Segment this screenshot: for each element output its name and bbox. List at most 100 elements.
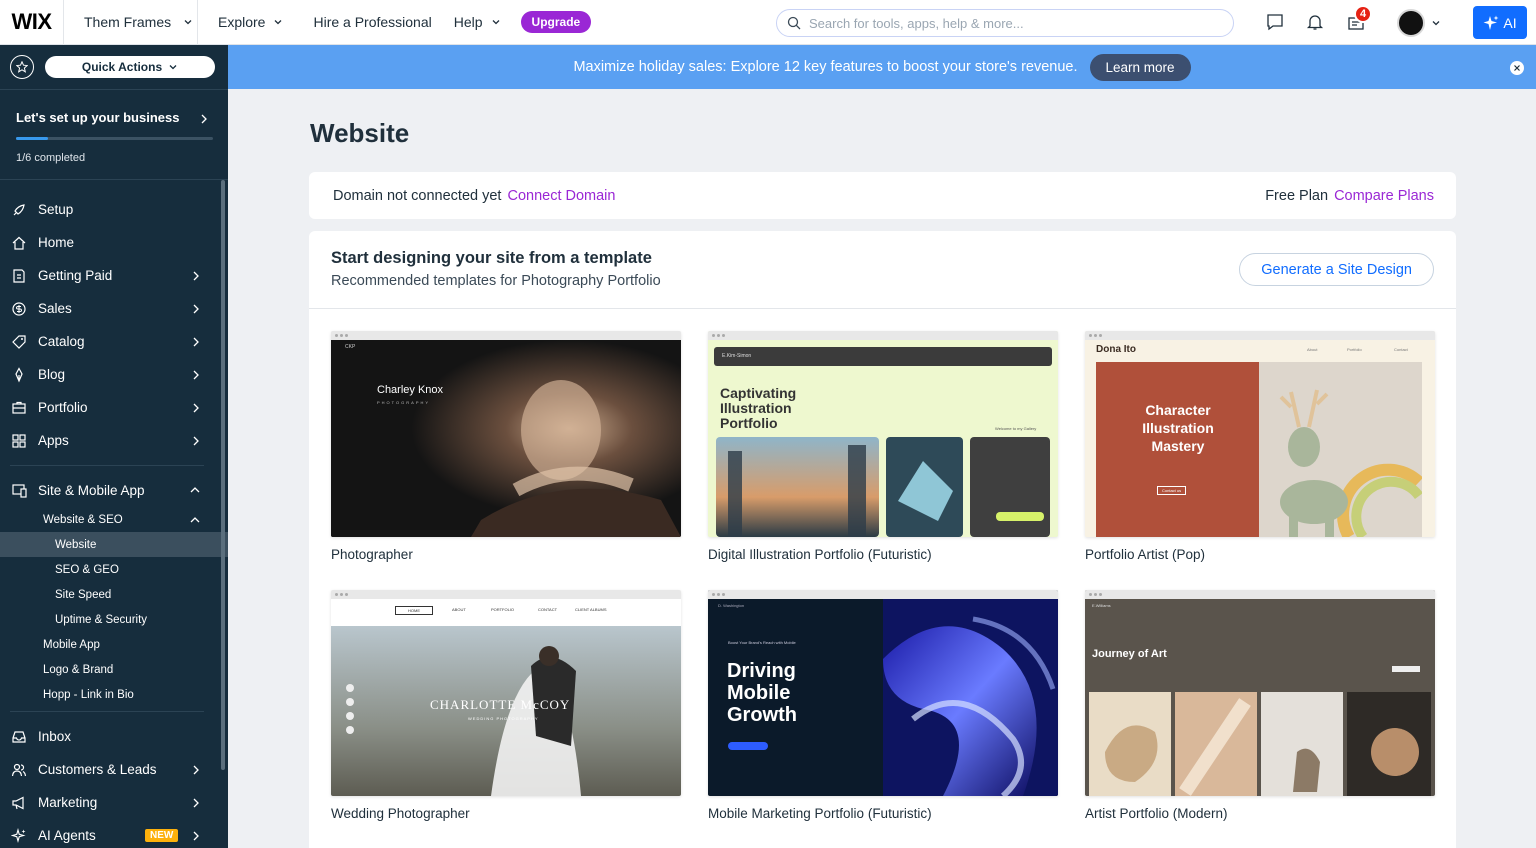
sparkle-icon (1483, 15, 1499, 30)
chevron-down-icon (492, 20, 500, 25)
template-name[interactable]: Mobile Marketing Portfolio (Futuristic) (708, 806, 932, 821)
sidebar-item-label: Apps (38, 433, 69, 448)
template-thumbnail-digital-illustration[interactable]: E.Kim-Simon Captivating Illustration Por… (708, 331, 1058, 537)
sidebar-item-label: Getting Paid (38, 268, 113, 283)
sidebar-item-getting-paid[interactable]: Getting Paid (0, 259, 228, 292)
wix-logo[interactable]: WIX (0, 0, 64, 45)
sidebar: Quick Actions Let's set up your business… (0, 45, 228, 848)
chevron-down-icon (184, 20, 192, 25)
inbox-icon (11, 729, 27, 745)
sidebar-item-blog[interactable]: Blog (0, 358, 228, 391)
apps-icon (11, 433, 27, 449)
template-name[interactable]: Artist Portfolio (Modern) (1085, 806, 1228, 821)
photographer-image (331, 340, 681, 537)
sidebar-item-site-mobile-app[interactable]: Site & Mobile App (0, 474, 228, 507)
compare-plans-link[interactable]: Compare Plans (1334, 188, 1434, 204)
sidebar-subitem-uptime-security[interactable]: Uptime & Security (0, 607, 228, 632)
ai-assistant-button[interactable]: AI (1473, 6, 1527, 39)
sidebar-subitem-logo-brand[interactable]: Logo & Brand (0, 657, 228, 682)
avatar[interactable] (1397, 9, 1425, 37)
upgrade-button[interactable]: Upgrade (520, 11, 592, 33)
sidebar-item-label: Portfolio (38, 400, 88, 415)
template-brand: CKP (345, 344, 356, 350)
sidebar-item-setup[interactable]: Setup (0, 193, 228, 226)
sidebar-subitem-seo-geo[interactable]: SEO & GEO (0, 557, 228, 582)
chat-icon[interactable] (1265, 12, 1285, 32)
sidebar-item-label: Site & Mobile App (38, 483, 145, 498)
sidebar-subitem-label: Uptime & Security (55, 613, 148, 626)
search-input[interactable] (809, 15, 1209, 31)
template-name[interactable]: Digital Illustration Portfolio (Futurist… (708, 547, 932, 562)
sidebar-subitem-mobile-app[interactable]: Mobile App (0, 632, 228, 657)
sidebar-bottom-list: Inbox Customers & Leads Marketing AI Agents… (0, 720, 228, 848)
site-switcher[interactable]: Them Frames (64, 0, 198, 45)
favorites-star-icon[interactable] (10, 55, 34, 79)
sidebar-divider (10, 465, 204, 466)
chevron-right-icon (193, 403, 199, 413)
sidebar-subitem-website[interactable]: Website (0, 532, 228, 557)
promo-banner: Maximize holiday sales: Explore 12 key f… (228, 45, 1536, 89)
template-thumbnail-wedding[interactable]: HOME ABOUT PORTFOLIO CONTACT CLIENT ALBU… (331, 590, 681, 796)
template-heading: CHARLOTTE McCOY (430, 697, 571, 712)
nav-help[interactable]: Help (446, 14, 509, 30)
sidebar-item-apps[interactable]: Apps (0, 424, 228, 457)
quick-actions-button[interactable]: Quick Actions (45, 56, 215, 78)
sidebar-item-customers-leads[interactable]: Customers & Leads (0, 753, 228, 786)
sidebar-subitem-website-seo[interactable]: Website & SEO (0, 507, 228, 532)
template-brand: E.Williams (1092, 603, 1111, 608)
sidebar-item-ai-agents[interactable]: AI Agents NEW (0, 819, 228, 848)
template-thumbnail-mobile-marketing[interactable]: D. Washington Boost Your Brand's Reach w… (708, 590, 1058, 796)
template-tagline: WEDDING PHOTOGRAPHY (468, 716, 539, 721)
setup-progress-bar (16, 137, 213, 140)
sidebar-main-list: Setup Home Getting Paid Sales Catalog Blog Por… (0, 180, 228, 457)
sidebar-item-marketing[interactable]: Marketing (0, 786, 228, 819)
chevron-right-icon (193, 271, 199, 281)
sidebar-item-label: Inbox (38, 729, 72, 744)
sidebar-item-catalog[interactable]: Catalog (0, 325, 228, 358)
chevron-right-icon (193, 798, 199, 808)
sidebar-subitem-label: Mobile App (43, 638, 100, 651)
abstract-3d-image (883, 599, 1058, 796)
learn-more-button[interactable]: Learn more (1089, 53, 1191, 81)
template-name[interactable]: Wedding Photographer (331, 806, 470, 821)
setup-title: Let's set up your business (16, 110, 180, 125)
close-icon[interactable] (1510, 61, 1524, 75)
sidebar-item-label: Home (38, 235, 75, 250)
template-thumbnail-photographer[interactable]: CKP Charley Knox PHOTOGRAPHY (331, 331, 681, 537)
bell-icon[interactable] (1305, 12, 1325, 32)
chevron-right-icon (193, 337, 199, 347)
template-name[interactable]: Photographer (331, 547, 413, 562)
generate-site-design-button[interactable]: Generate a Site Design (1239, 253, 1434, 286)
search-icon (787, 16, 801, 30)
sidebar-item-label: Sales (38, 301, 72, 316)
template-thumbnail-artist-modern[interactable]: E.Williams Journey of Art (1085, 590, 1435, 796)
nav-hire-professional[interactable]: Hire a Professional (305, 14, 439, 30)
sidebar-subitem-hopp-link-in-bio[interactable]: Hopp - Link in Bio (0, 682, 228, 707)
nav-explore-label: Explore (218, 14, 266, 30)
sidebar-item-home[interactable]: Home (0, 226, 228, 259)
sidebar-subitem-site-speed[interactable]: Site Speed (0, 582, 228, 607)
illustration-gallery (716, 437, 1050, 537)
sidebar-item-inbox[interactable]: Inbox (0, 720, 228, 753)
chevron-up-icon (190, 517, 200, 523)
template-nav-about: ABOUT (452, 607, 466, 612)
template-nav-contact: CONTACT (538, 607, 558, 612)
template-thumbnail-portfolio-artist[interactable]: Dona Ito About Portfolio Contact Charact… (1085, 331, 1435, 537)
template-name[interactable]: Portfolio Artist (Pop) (1085, 547, 1205, 562)
connect-domain-link[interactable]: Connect Domain (507, 188, 615, 204)
people-icon (11, 762, 27, 778)
chevron-down-icon[interactable] (1431, 18, 1441, 28)
template-brand: Dona Ito (1096, 344, 1136, 355)
plan-label: Free Plan (1265, 187, 1329, 204)
sidebar-item-sales[interactable]: Sales (0, 292, 228, 325)
search-bar[interactable] (776, 9, 1234, 37)
nav-explore[interactable]: Explore (210, 14, 291, 30)
site-name: Them Frames (84, 14, 172, 30)
chevron-right-icon (193, 370, 199, 380)
setup-progress-card[interactable]: Let's set up your business 1/6 completed (0, 90, 228, 180)
chevron-down-icon (275, 20, 282, 25)
sidebar-item-portfolio[interactable]: Portfolio (0, 391, 228, 424)
sidebar-scrollbar[interactable] (221, 180, 225, 770)
dollar-icon (11, 301, 27, 317)
sidebar-divider (10, 711, 204, 712)
